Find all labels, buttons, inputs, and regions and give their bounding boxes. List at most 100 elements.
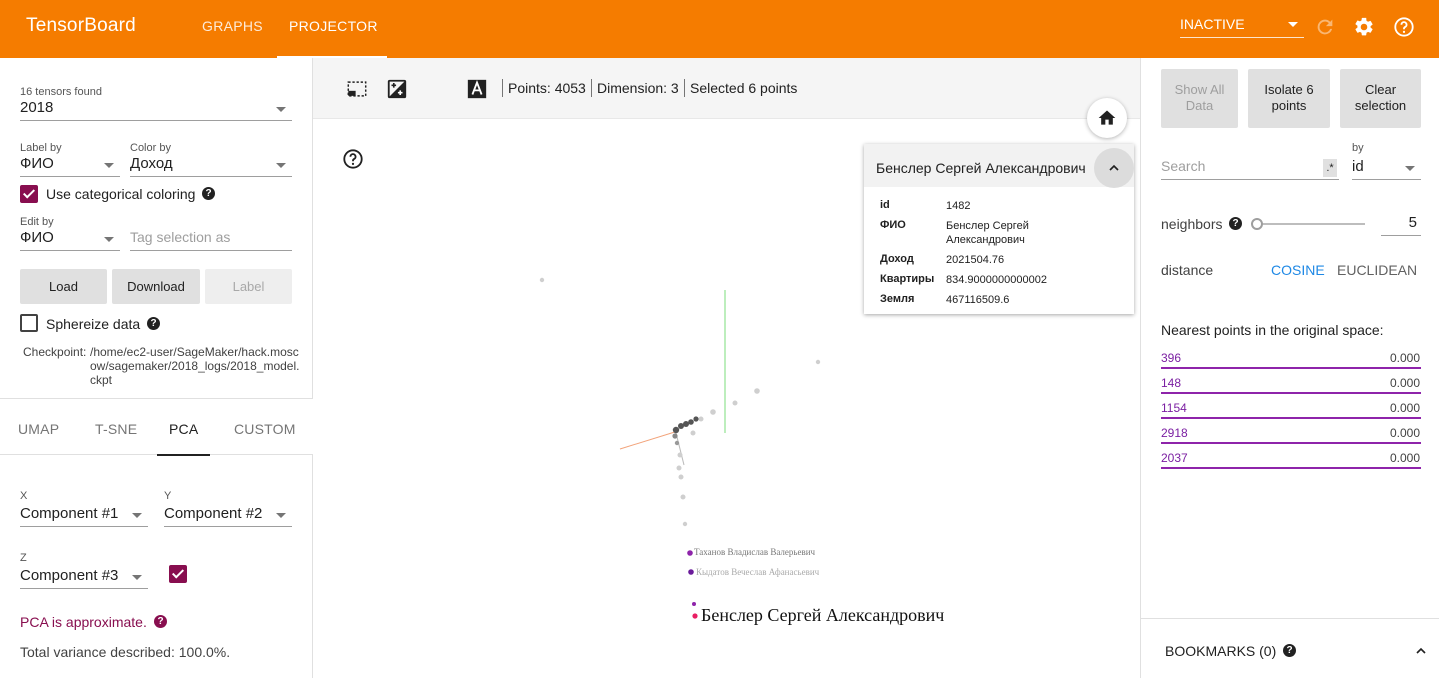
labels-icon[interactable] (466, 78, 488, 100)
help-icon[interactable]: ? (154, 615, 167, 628)
clear-selection-button[interactable]: Clear selection (1340, 69, 1421, 128)
help-icon[interactable]: ? (1283, 644, 1296, 657)
z-axis-line (675, 432, 685, 466)
points-count: Points: 4053 (508, 80, 586, 96)
tab-projector[interactable]: PROJECTOR (289, 18, 378, 34)
distance-bar (1161, 467, 1421, 469)
sphereize-checkbox[interactable] (20, 314, 38, 332)
download-button[interactable]: Download (112, 269, 200, 304)
run-selector-value: INACTIVE (1180, 16, 1245, 32)
selected-point[interactable] (687, 550, 693, 556)
search-by-select[interactable]: id (1352, 158, 1421, 180)
search-input[interactable]: Search .* (1161, 158, 1339, 180)
edit-by-select[interactable]: ФИО (20, 229, 120, 251)
z-component-select[interactable]: Component #3 (20, 567, 148, 589)
chevron-down-icon (1405, 166, 1415, 171)
night-mode-icon[interactable] (386, 78, 408, 100)
point-label: Таханов Владислав Валерьевич (694, 547, 816, 557)
tab-umap[interactable]: UMAP (18, 421, 59, 437)
search-by-label: by (1352, 142, 1364, 154)
chevron-down-icon (276, 163, 286, 168)
point-label-hovered: Бенслер Сергей Александрович (701, 605, 944, 625)
y-component-select[interactable]: Component #2 (164, 505, 292, 527)
inspector-panel: Show All Data Isolate 6 points Clear sel… (1140, 58, 1439, 678)
label-by-select[interactable]: ФИО (20, 155, 120, 177)
nearest-point-distance: 0.000 (1389, 401, 1420, 415)
gear-icon[interactable] (1353, 16, 1375, 38)
metadata-key: Квартиры (880, 273, 935, 285)
chevron-down-icon (104, 163, 114, 168)
tab-tsne[interactable]: T-SNE (95, 421, 137, 437)
distance-bar (1161, 417, 1421, 419)
nearest-point-link[interactable]: 1154 (1161, 401, 1187, 415)
color-by-label: Color by (130, 142, 171, 154)
color-by-select[interactable]: Доход (130, 155, 292, 177)
label-by-label: Label by (20, 142, 62, 154)
nearest-points-title: Nearest points in the original space: (1161, 322, 1384, 338)
isolate-points-button[interactable]: Isolate 6 points (1248, 69, 1330, 128)
x-component-select[interactable]: Component #1 (20, 505, 148, 527)
chevron-down-icon (1288, 22, 1298, 27)
help-icon[interactable]: ? (147, 317, 160, 330)
divider (502, 79, 503, 97)
selected-point[interactable] (688, 569, 694, 575)
distance-euclidean-option[interactable]: EUCLIDEAN (1337, 262, 1417, 278)
metadata-key: Доход (880, 253, 914, 265)
select-region-icon[interactable] (346, 78, 368, 100)
metadata-value: 834.9000000000002 (946, 274, 1047, 286)
selected-point[interactable] (692, 602, 696, 606)
load-button[interactable]: Load (20, 269, 107, 304)
chevron-up-icon (1109, 164, 1119, 171)
chevron-up-icon[interactable] (1413, 643, 1429, 659)
dimension-count: Dimension: 3 (597, 80, 679, 96)
z-component-value: Component #3 (20, 567, 119, 584)
bookmarks-panel[interactable]: BOOKMARKS (0) ? (1141, 618, 1439, 678)
top-app-bar: TensorBoard GRAPHS PROJECTOR INACTIVE (0, 0, 1439, 58)
total-variance: Total variance described: 100.0%. (20, 644, 231, 660)
scatter-area[interactable]: Points: 4053 Dimension: 3 Selected 6 poi… (313, 58, 1140, 678)
help-icon[interactable]: ? (1229, 217, 1242, 230)
neighbors-input[interactable]: 5 (1381, 214, 1421, 236)
help-icon[interactable]: ? (202, 187, 215, 200)
chevron-down-icon (132, 513, 142, 518)
label-by-value: ФИО (20, 155, 54, 172)
tab-graphs[interactable]: GRAPHS (202, 18, 263, 34)
show-all-data-button[interactable]: Show All Data (1161, 69, 1238, 128)
neighbors-slider-track[interactable] (1253, 223, 1365, 225)
nearest-point-distance: 0.000 (1389, 376, 1420, 390)
help-icon[interactable] (1393, 16, 1415, 38)
regex-toggle-icon[interactable]: .* (1323, 159, 1337, 177)
nearest-point-link[interactable]: 2037 (1161, 451, 1188, 465)
card-header[interactable]: Бенслер Сергей Александрович (864, 144, 1134, 188)
chevron-down-icon (132, 575, 142, 580)
tag-selection-input[interactable]: Tag selection as (130, 229, 292, 251)
tensors-found-label: 16 tensors found (20, 86, 102, 98)
tab-pca[interactable]: PCA (169, 421, 198, 437)
refresh-icon[interactable] (1314, 16, 1336, 38)
tensor-select[interactable]: 2018 (20, 99, 292, 121)
tag-selection-placeholder: Tag selection as (130, 229, 231, 245)
checkpoint-label: Checkpoint: (23, 345, 87, 359)
moon-icon[interactable] (426, 78, 448, 100)
divider (591, 79, 592, 97)
point-cluster (672, 416, 699, 446)
edit-by-value: ФИО (20, 229, 54, 246)
nearest-point-link[interactable]: 2918 (1161, 426, 1188, 440)
neighbors-slider-thumb[interactable] (1251, 218, 1263, 230)
point-cloud (539, 277, 821, 527)
z-component-checkbox[interactable] (169, 565, 187, 583)
tensor-select-value: 2018 (20, 99, 54, 116)
run-selector[interactable]: INACTIVE (1180, 16, 1304, 38)
tab-custom[interactable]: CUSTOM (234, 421, 296, 437)
categorical-coloring-checkbox[interactable] (20, 185, 38, 203)
metadata-value: 2021504.76 (946, 254, 1005, 266)
distance-cosine-option[interactable]: COSINE (1271, 262, 1325, 278)
selected-point[interactable] (692, 613, 698, 619)
divider (684, 79, 685, 97)
distance-bar (1161, 367, 1421, 369)
label-button[interactable]: Label (205, 269, 292, 304)
nearest-point-link[interactable]: 148 (1161, 376, 1181, 390)
search-by-value: id (1352, 158, 1364, 175)
nearest-point-link[interactable]: 396 (1161, 351, 1181, 365)
collapse-button[interactable] (1094, 148, 1134, 188)
